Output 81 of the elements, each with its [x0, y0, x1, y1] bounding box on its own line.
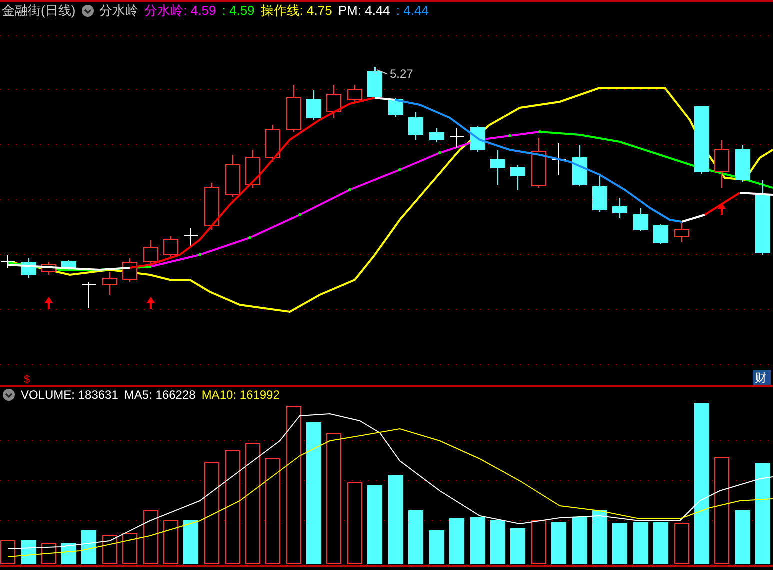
volume-bar	[490, 520, 506, 564]
volume-value: VOLUME: 183631	[21, 387, 118, 404]
volume-bar	[532, 520, 546, 564]
indicator-value: : 4.44	[396, 2, 429, 20]
volume-bar	[592, 510, 608, 564]
candlestick	[572, 144, 588, 186]
leader-line	[376, 66, 388, 74]
volume-bar	[736, 510, 750, 564]
candlestick	[490, 150, 506, 186]
candlestick	[612, 198, 628, 218]
candlestick	[694, 106, 710, 174]
volume-bar	[612, 524, 628, 564]
indicator-value: 操作线: 4.75	[260, 2, 332, 20]
indicator-name: 分水岭	[100, 2, 139, 20]
volume-bar	[654, 522, 668, 564]
candlestick	[326, 84, 342, 118]
volume-value: MA5: 166228	[124, 387, 196, 404]
volume-bar	[22, 540, 36, 564]
candlestick	[510, 164, 526, 190]
volume-bar	[408, 510, 424, 564]
candlestick	[246, 150, 260, 188]
volume-bar	[164, 520, 178, 564]
candlestick	[388, 98, 404, 118]
candlestick	[592, 176, 608, 212]
candlestick	[470, 126, 486, 152]
candlestick	[0, 254, 16, 268]
candlestick	[226, 154, 240, 198]
volume-bar	[450, 518, 464, 564]
volume-bar	[82, 530, 96, 564]
candlestick	[634, 208, 648, 232]
volume-bar	[102, 536, 118, 564]
candlestick	[42, 262, 56, 276]
candlestick	[552, 142, 566, 176]
volume-bar	[552, 522, 566, 564]
up-arrow-icon	[45, 297, 53, 309]
volume-bar	[42, 544, 56, 564]
candlestick	[430, 128, 444, 142]
indicator-value: : 4.59	[222, 2, 255, 20]
candlestick	[408, 112, 424, 140]
candlestick	[368, 66, 382, 98]
volume-bar	[634, 522, 648, 564]
candlestick	[22, 258, 36, 278]
finance-badge[interactable]: 财	[755, 371, 767, 385]
candlestick	[286, 84, 302, 132]
up-arrow-icon	[718, 203, 726, 215]
volume-bar	[144, 510, 158, 564]
high-price-label: 5.27	[390, 67, 414, 81]
candlestick	[102, 272, 118, 296]
volume-bar	[674, 524, 690, 564]
dropdown-icon[interactable]	[82, 5, 94, 17]
candlestick	[164, 236, 178, 258]
candlestick	[62, 260, 76, 270]
candlestick	[674, 222, 690, 242]
indicator-value: PM: 4.44	[338, 2, 390, 20]
volume-bar	[62, 544, 76, 564]
volume-bar	[430, 530, 444, 564]
candlestick	[184, 228, 198, 248]
candlestick	[82, 282, 96, 308]
up-arrow-icon	[147, 297, 155, 309]
candlestick	[266, 124, 280, 162]
dropdown-icon[interactable]	[3, 389, 15, 401]
candlestick	[736, 144, 750, 182]
candlestick	[450, 128, 464, 148]
finance-badge-background	[753, 370, 771, 385]
volume-bar	[122, 534, 138, 564]
volume-value: MA10: 161992	[202, 387, 280, 404]
indicator-value: 分水岭: 4.59	[144, 2, 216, 20]
candlestick	[532, 138, 546, 188]
volume-bar	[510, 528, 526, 564]
candlestick	[122, 258, 138, 282]
candlestick	[714, 140, 730, 188]
volume-bar	[470, 518, 486, 564]
signal-mark: $	[24, 374, 30, 385]
candlestick	[144, 240, 158, 266]
volume-bar	[572, 518, 588, 564]
candlestick	[204, 182, 220, 230]
candlestick	[348, 84, 362, 102]
stock-title: 金融街(日线)	[2, 2, 76, 20]
candlestick	[306, 90, 322, 120]
volume-bar	[184, 520, 198, 564]
candlestick	[654, 224, 668, 244]
